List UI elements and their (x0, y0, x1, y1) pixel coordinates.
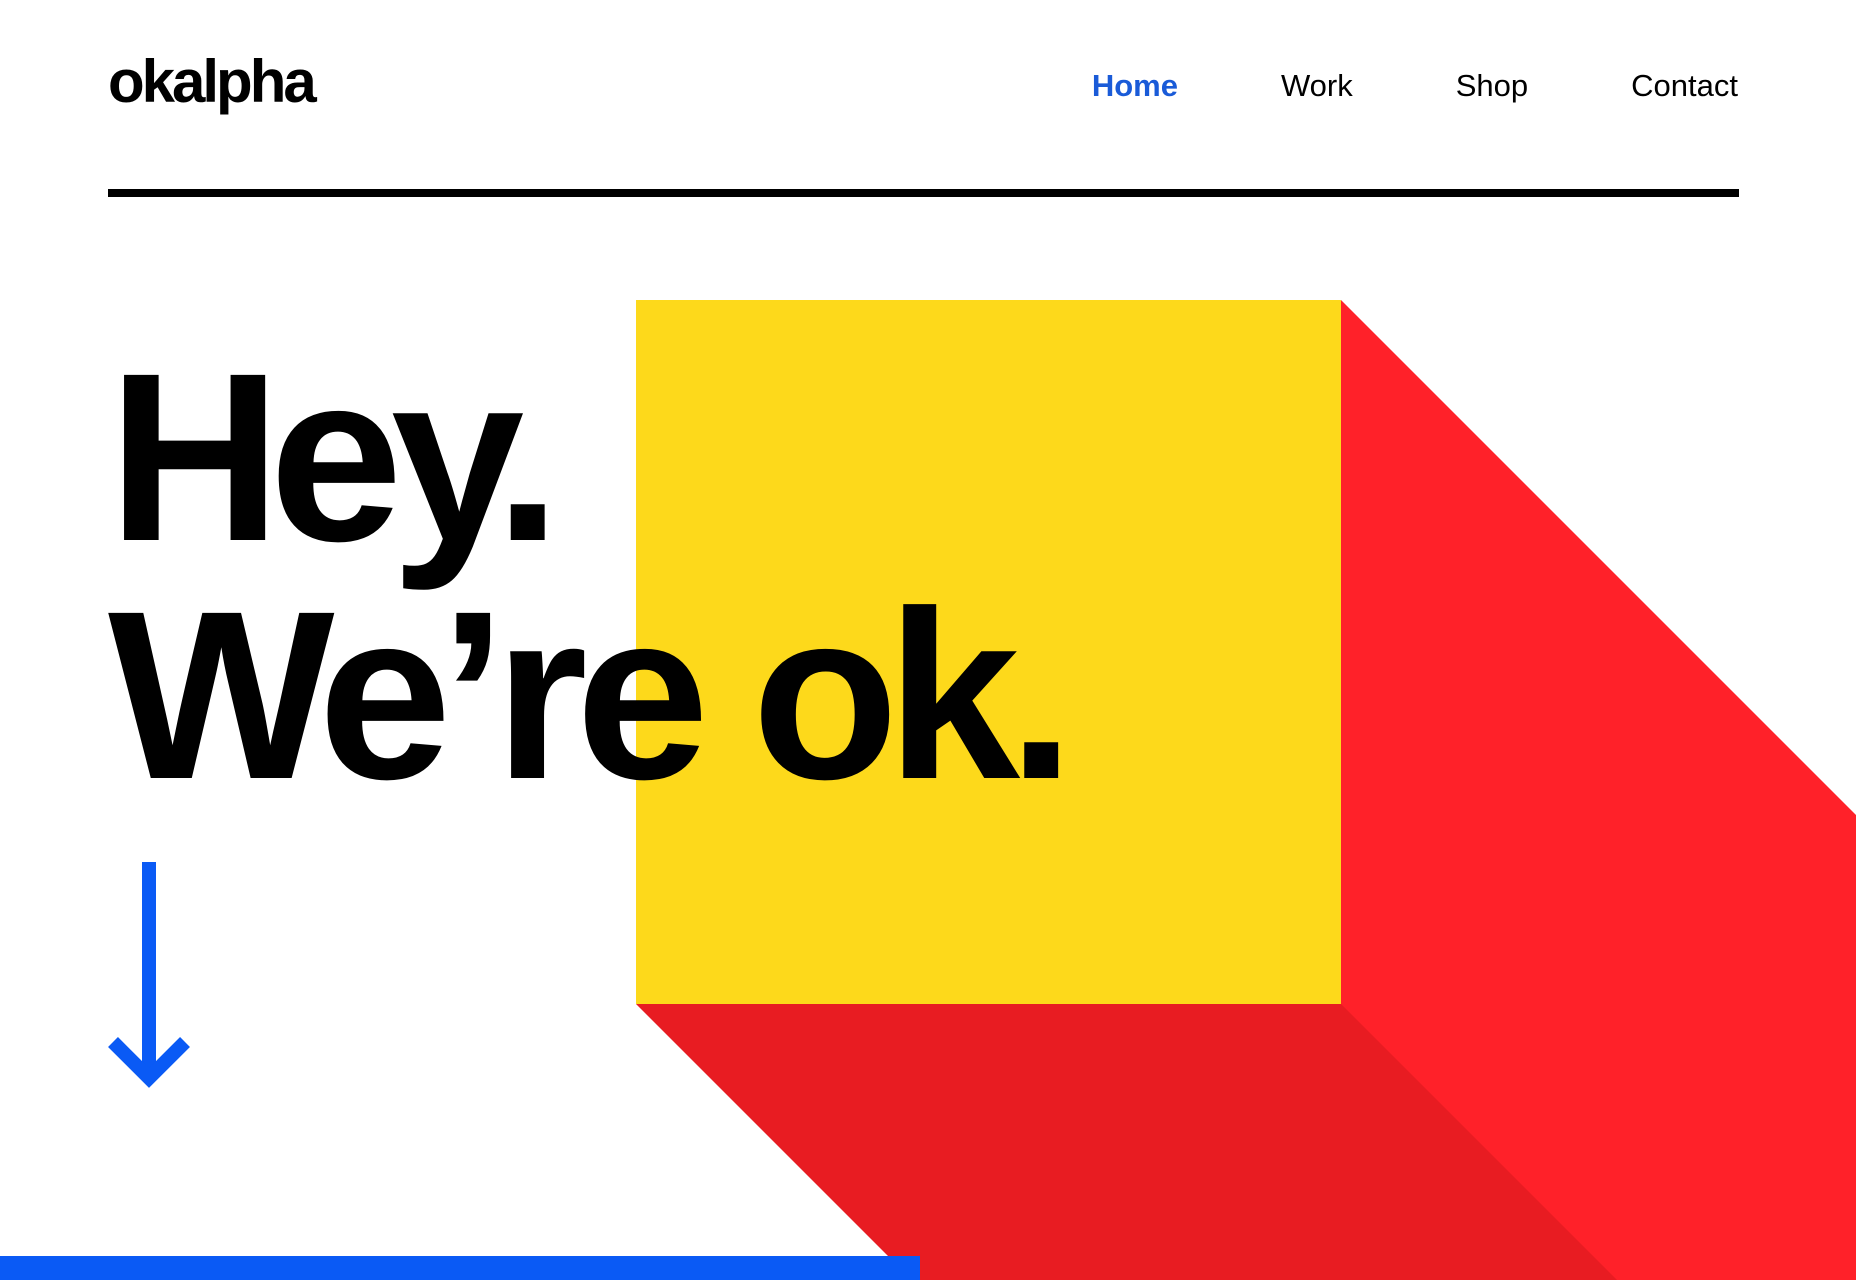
arrow-down-icon[interactable] (108, 862, 192, 1088)
hero-line-2: We’re ok. (108, 561, 1075, 829)
hero-headline: Hey. We’re ok. (108, 323, 1075, 829)
hero-line-1: Hey. (108, 323, 561, 591)
nav-home[interactable]: Home (1092, 70, 1178, 101)
page: okalpha Home Work Shop Contact Hey. We’r… (0, 0, 1856, 1280)
nav-contact[interactable]: Contact (1631, 70, 1738, 101)
bottom-accent-bar (0, 1256, 920, 1280)
header-divider (108, 189, 1739, 197)
logo[interactable]: okalpha (108, 52, 317, 112)
nav-work[interactable]: Work (1281, 70, 1353, 101)
nav-shop[interactable]: Shop (1456, 70, 1528, 101)
main-nav: Home Work Shop Contact (1092, 70, 1738, 101)
